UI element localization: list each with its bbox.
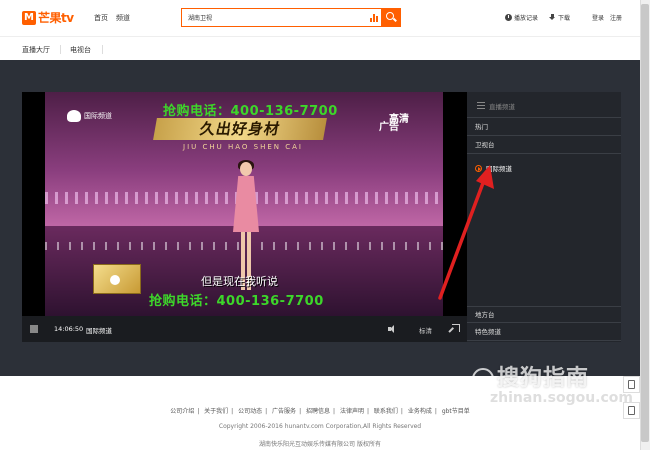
- nav-channels[interactable]: 频道: [116, 13, 130, 23]
- search-box: [181, 8, 401, 27]
- current-channel: 国际频道: [86, 327, 112, 335]
- quality-selector[interactable]: 标清: [419, 325, 432, 335]
- category-hot[interactable]: 热门: [467, 119, 621, 136]
- logo-text: 芒果tv: [38, 11, 74, 25]
- red-arrow-annotation: [438, 165, 494, 300]
- ad-badge: 广告: [379, 122, 399, 133]
- history-link[interactable]: 播放记录: [505, 13, 538, 22]
- sogou-logo-icon: [472, 368, 494, 390]
- download-label: 下载: [558, 15, 571, 22]
- footer-link[interactable]: 法律声明: [340, 408, 364, 415]
- footer-link[interactable]: 公司动态: [238, 408, 262, 415]
- footer-links: 公司介绍 | 关于我们 | 公司动态 | 广告服务 | 招聘信息 | 法律声明 | 联系我们…: [170, 408, 470, 415]
- phone-ad-bottom: 抢购电话：400-136-7700: [149, 294, 324, 309]
- phone-icon: [628, 380, 635, 389]
- panel-header: 直播频道: [467, 92, 621, 118]
- mobile-app-button[interactable]: [623, 376, 640, 393]
- footer-link[interactable]: 业务构成: [408, 408, 432, 415]
- stop-button[interactable]: [30, 325, 38, 333]
- mango-logo-icon: M: [22, 10, 36, 25]
- nav-home[interactable]: 首页: [94, 13, 108, 23]
- login-link[interactable]: 登录: [592, 13, 604, 22]
- watermark-url: zhinan.sogou.com: [490, 390, 633, 406]
- clock-icon: [505, 14, 512, 21]
- footer-link[interactable]: gbt节目单: [442, 408, 470, 415]
- list-icon: [477, 102, 485, 109]
- footer-corporation: 湖南快乐阳光互动娱乐传媒有限公司 版权所有: [259, 441, 381, 448]
- current-time: 14:06:50: [54, 325, 84, 333]
- channel-watermark: 国际频道: [67, 110, 112, 122]
- product-box: [93, 264, 141, 294]
- feedback-button[interactable]: [623, 402, 640, 419]
- history-label: 播放记录: [514, 15, 539, 22]
- watermark-text: 搜狗指南: [497, 366, 590, 391]
- footer-link[interactable]: 招聘信息: [306, 408, 330, 415]
- footer-copyright: Copyright 2006-2016 hunantv.com Corporat…: [218, 423, 422, 430]
- channel-watermark-text: 国际频道: [84, 112, 112, 120]
- video-subtitle: 但是现在我听说: [201, 275, 278, 288]
- hot-search-icon[interactable]: [370, 14, 380, 22]
- volume-icon[interactable]: [388, 325, 397, 333]
- footer-link[interactable]: 公司介绍: [170, 408, 194, 415]
- footer-link[interactable]: 关于我们: [204, 408, 228, 415]
- phone-ad-top: 抢购电话：400-136-7700: [163, 104, 338, 119]
- category-local[interactable]: 地方台: [467, 306, 621, 323]
- search-input[interactable]: [182, 9, 362, 26]
- sub-navigation: 直播大厅 电视台: [0, 36, 640, 65]
- video-frame[interactable]: 国际频道 抢购电话：400-136-7700 久出好身材 JIU CHU HAO…: [45, 92, 443, 316]
- mango-tv-logo[interactable]: M 芒果tv: [22, 9, 74, 26]
- footer-link[interactable]: 联系我们: [374, 408, 398, 415]
- panel-title: 直播频道: [489, 103, 515, 111]
- footer-link[interactable]: 广告服务: [272, 408, 296, 415]
- sogou-watermark: 搜狗指南: [472, 360, 589, 392]
- download-icon: [549, 14, 556, 21]
- download-link[interactable]: 下载: [549, 13, 570, 22]
- register-link[interactable]: 注册: [610, 13, 622, 22]
- player-controls: 14:06:50 国际频道 标清: [22, 316, 467, 342]
- edit-icon: [628, 406, 635, 415]
- site-header: M 芒果tv 首页 频道 播放记录 下载 登录 注册: [0, 0, 640, 36]
- show-title: 久出好身材: [153, 118, 327, 140]
- search-button[interactable]: [381, 9, 400, 26]
- tab-live-hall[interactable]: 直播大厅: [22, 45, 50, 55]
- category-special[interactable]: 特色频道: [467, 324, 621, 341]
- hunan-tv-logo-icon: [67, 110, 81, 122]
- fullscreen-icon[interactable]: [452, 324, 460, 332]
- scrollbar-thumb[interactable]: [641, 4, 649, 442]
- category-satellite[interactable]: 卫视台: [467, 137, 621, 154]
- show-subtitle-pinyin: JIU CHU HAO SHEN CAI: [183, 143, 303, 151]
